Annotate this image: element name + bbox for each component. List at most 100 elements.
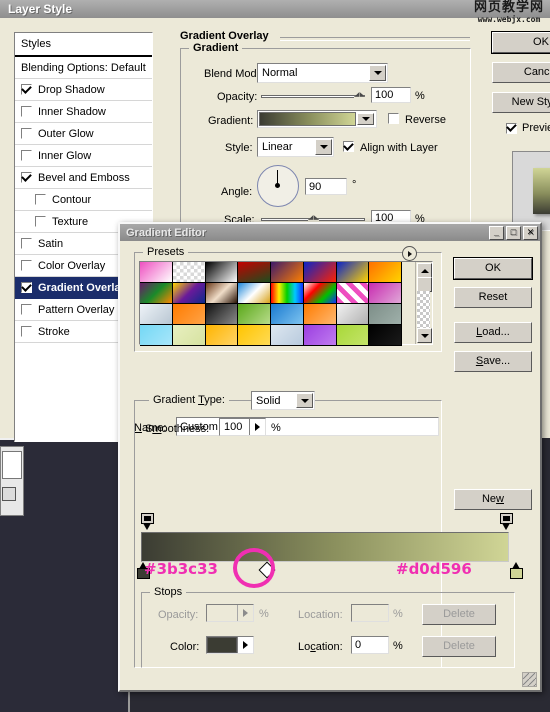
stop-color-swatch[interactable]	[207, 637, 237, 653]
gradient-new-button[interactable]: New	[454, 489, 532, 510]
effect-checkbox[interactable]	[35, 216, 46, 227]
color-stop-right[interactable]	[510, 562, 523, 579]
preset-swatch[interactable]	[336, 304, 370, 325]
stop-color-picker[interactable]	[206, 636, 254, 654]
style-chevron-down-icon[interactable]	[315, 139, 332, 155]
stop-opacity-input[interactable]	[206, 604, 254, 622]
preset-swatch[interactable]	[271, 325, 304, 346]
gradient-picker[interactable]	[257, 110, 377, 128]
preset-swatch[interactable]	[303, 325, 337, 346]
style-select[interactable]: Linear	[257, 137, 334, 157]
scroll-down-icon[interactable]	[417, 328, 432, 343]
scrollbar-track[interactable]	[417, 291, 430, 329]
sidebar-item-inner-glow[interactable]: Inner Glow	[15, 145, 152, 167]
scrollbar-thumb[interactable]	[417, 277, 432, 292]
sidebar-item-contour[interactable]: Contour	[15, 189, 152, 211]
chevron-down-icon[interactable]	[369, 65, 386, 81]
scroll-up-icon[interactable]	[417, 263, 432, 278]
ok-button[interactable]: OK	[492, 32, 550, 53]
sidebar-item-bevel-and-emboss[interactable]: Bevel and Emboss	[15, 167, 152, 189]
gradient-ok-button[interactable]: OK	[454, 258, 532, 279]
preset-swatch[interactable]	[336, 262, 370, 283]
effect-checkbox[interactable]	[21, 172, 32, 183]
preset-swatch[interactable]	[205, 262, 239, 283]
smoothness-stepper-icon[interactable]	[249, 419, 265, 435]
presets-menu-arrow-icon[interactable]	[402, 246, 417, 261]
angle-input[interactable]: 90	[305, 178, 347, 195]
effect-checkbox[interactable]	[21, 260, 32, 271]
preset-swatch[interactable]	[336, 325, 370, 346]
preset-swatch[interactable]	[172, 304, 206, 325]
effect-checkbox[interactable]	[21, 326, 32, 337]
new-style-button[interactable]: New Style...	[492, 92, 550, 113]
reverse-checkbox[interactable]	[388, 113, 399, 124]
preset-swatch[interactable]	[303, 283, 337, 304]
effect-checkbox[interactable]	[35, 194, 46, 205]
background-color-swatch[interactable]	[2, 487, 16, 501]
smoothness-input[interactable]: 100	[219, 418, 266, 436]
preset-swatch[interactable]	[205, 304, 239, 325]
preset-swatch[interactable]	[172, 283, 206, 304]
preset-swatch[interactable]	[238, 325, 271, 346]
angle-dial[interactable]	[257, 165, 299, 207]
gradient-preview-swatch[interactable]	[259, 112, 356, 126]
stop-color-arrow-icon[interactable]	[237, 637, 253, 653]
color-location-input[interactable]: 0	[351, 636, 389, 654]
sidebar-item-blending-options[interactable]: Blending Options: Default	[15, 57, 152, 79]
close-icon[interactable]: ✕	[523, 225, 538, 240]
cancel-button[interactable]: Cancel	[492, 62, 550, 83]
preset-swatch[interactable]	[369, 262, 402, 283]
effect-checkbox[interactable]	[21, 150, 32, 161]
preset-swatch[interactable]	[238, 304, 271, 325]
effect-checkbox[interactable]	[21, 106, 32, 117]
presets-swatch-panel[interactable]	[139, 261, 433, 346]
effect-checkbox[interactable]	[21, 84, 32, 95]
effect-checkbox[interactable]	[21, 282, 32, 293]
effect-checkbox[interactable]	[21, 238, 32, 249]
blend-mode-select[interactable]: Normal	[257, 63, 388, 83]
preset-swatch[interactable]	[271, 262, 304, 283]
preview-checkbox[interactable]	[506, 122, 517, 134]
opacity-location-input[interactable]	[351, 604, 389, 622]
foreground-color-swatch[interactable]	[2, 451, 22, 479]
gradient-reset-button[interactable]: Reset	[454, 287, 532, 308]
preset-swatch[interactable]	[271, 304, 304, 325]
preset-swatch[interactable]	[205, 325, 239, 346]
preset-swatch[interactable]	[303, 304, 337, 325]
preset-swatch[interactable]	[369, 283, 402, 304]
styles-list-header[interactable]: Styles	[15, 33, 152, 57]
preset-swatch[interactable]	[140, 283, 173, 304]
preset-swatch[interactable]	[369, 304, 402, 325]
preset-swatch[interactable]	[369, 325, 402, 346]
presets-scrollbar[interactable]	[415, 262, 432, 344]
gradient-load-button[interactable]: Load...	[454, 322, 532, 343]
preset-swatch[interactable]	[205, 283, 239, 304]
minimize-icon[interactable]: _	[489, 225, 504, 240]
sidebar-item-outer-glow[interactable]: Outer Glow	[15, 123, 152, 145]
opacity-slider[interactable]	[261, 92, 365, 102]
opacity-slider-thumb[interactable]	[354, 92, 365, 102]
preset-swatch[interactable]	[172, 262, 206, 283]
gradient-type-select[interactable]: Solid	[251, 391, 315, 410]
gradient-ramp[interactable]	[141, 532, 509, 562]
sidebar-item-drop-shadow[interactable]: Drop Shadow	[15, 79, 152, 101]
preset-swatch[interactable]	[303, 262, 337, 283]
color-delete-button[interactable]: Delete	[422, 636, 496, 657]
resize-grip[interactable]	[522, 672, 537, 687]
preset-swatch[interactable]	[271, 283, 304, 304]
stop-opacity-stepper-icon[interactable]	[237, 605, 253, 621]
preset-swatch[interactable]	[238, 283, 271, 304]
gradient-type-chevron-down-icon[interactable]	[296, 393, 313, 408]
opacity-input[interactable]: 100	[371, 87, 411, 103]
effect-checkbox[interactable]	[21, 304, 32, 315]
preset-swatch[interactable]	[238, 262, 271, 283]
preset-swatch[interactable]	[140, 325, 173, 346]
gradient-save-button[interactable]: Save...	[454, 351, 532, 372]
opacity-stop-left[interactable]	[141, 513, 154, 530]
preview-toggle[interactable]: Preview	[492, 122, 550, 134]
preset-swatch[interactable]	[336, 283, 370, 304]
gradient-chevron-down-icon[interactable]	[357, 113, 374, 125]
opacity-delete-button[interactable]: Delete	[422, 604, 496, 625]
toolbox-color-chip[interactable]	[0, 446, 24, 516]
preset-swatch[interactable]	[140, 262, 173, 283]
